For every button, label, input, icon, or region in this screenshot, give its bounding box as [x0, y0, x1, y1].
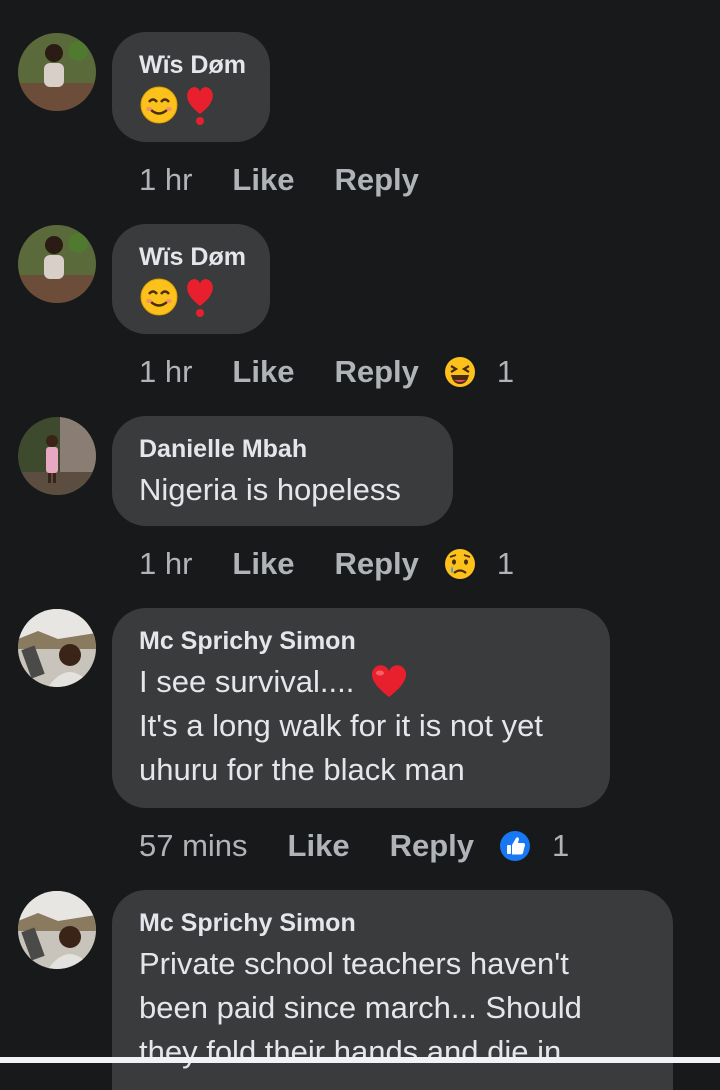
- comment-text-line: I see survival....: [139, 664, 355, 699]
- comment-author[interactable]: Danielle Mbah: [139, 434, 427, 464]
- comment-meta: 1 hr Like Reply 1: [139, 542, 514, 586]
- reply-button[interactable]: Reply: [334, 354, 418, 390]
- comment-author[interactable]: Wïs Døm: [139, 50, 246, 80]
- comment-meta: 1 hr Like Reply: [139, 158, 441, 202]
- like-button[interactable]: Like: [232, 546, 294, 582]
- comment-text-line: Private school teachers haven't: [139, 946, 569, 981]
- emoji-row: [139, 84, 244, 126]
- smiling-emoji-icon: [140, 86, 178, 124]
- comment-text-line: uhuru for the black man: [139, 752, 465, 787]
- comment-author[interactable]: Mc Sprichy Simon: [139, 626, 584, 656]
- emoji-row: [139, 276, 244, 318]
- comment-time[interactable]: 57 mins: [139, 828, 248, 864]
- comment-meta: 57 mins Like Reply 1: [139, 824, 569, 868]
- reply-button[interactable]: Reply: [334, 546, 418, 582]
- comment-bubble: Wïs Døm: [112, 224, 270, 334]
- thumbs-up-icon[interactable]: [496, 827, 534, 865]
- comment-text: I see survival.... It's a long walk for …: [139, 660, 584, 792]
- like-button[interactable]: Like: [232, 354, 294, 390]
- sad-tear-emoji-icon[interactable]: [441, 545, 479, 583]
- comment-text-line: It's a long walk for it is not yet: [139, 708, 543, 743]
- avatar[interactable]: [18, 225, 96, 303]
- comment-bubble: Danielle Mbah Nigeria is hopeless: [112, 416, 453, 526]
- avatar[interactable]: [18, 417, 96, 495]
- exclamation-heart-icon: [187, 87, 213, 125]
- reply-button[interactable]: Reply: [390, 828, 474, 864]
- comment-bubble: Mc Sprichy Simon I see survival.... It's…: [112, 608, 610, 808]
- comment-text-line: they fold their hands and die in: [139, 1034, 562, 1069]
- reply-button[interactable]: Reply: [334, 162, 418, 198]
- reaction-count[interactable]: 1: [552, 828, 569, 864]
- avatar[interactable]: [18, 891, 96, 969]
- comment-bubble: Wïs Døm: [112, 32, 270, 142]
- reaction-count[interactable]: 1: [497, 354, 514, 390]
- like-button[interactable]: Like: [232, 162, 294, 198]
- laughing-emoji-icon[interactable]: [441, 353, 479, 391]
- red-heart-icon: [371, 665, 407, 697]
- exclamation-heart-icon: [187, 279, 213, 317]
- comment-author[interactable]: Mc Sprichy Simon: [139, 908, 647, 938]
- avatar[interactable]: [18, 33, 96, 111]
- avatar[interactable]: [18, 609, 96, 687]
- comment-text: Nigeria is hopeless: [139, 472, 401, 507]
- comment-text-line: been paid since march... Should: [139, 990, 582, 1025]
- comment-author[interactable]: Wïs Døm: [139, 242, 246, 272]
- comment-meta: 1 hr Like Reply 1: [139, 350, 514, 394]
- comment-time[interactable]: 1 hr: [139, 162, 192, 198]
- comment-text: Private school teachers haven't been pai…: [139, 942, 647, 1074]
- comment-time[interactable]: 1 hr: [139, 546, 192, 582]
- smiling-emoji-icon: [140, 278, 178, 316]
- reaction-count[interactable]: 1: [497, 546, 514, 582]
- comment-time[interactable]: 1 hr: [139, 354, 192, 390]
- like-button[interactable]: Like: [288, 828, 350, 864]
- bottom-divider: [0, 1057, 720, 1063]
